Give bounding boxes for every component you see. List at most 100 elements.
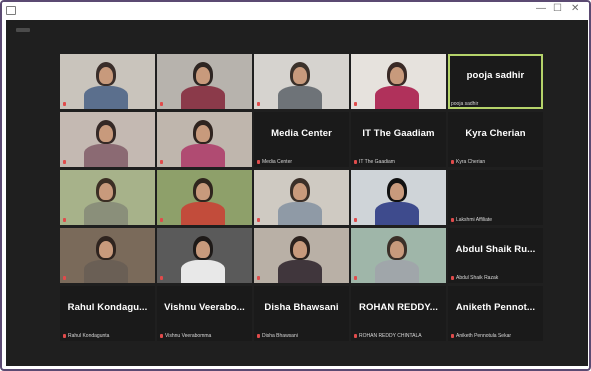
muted-mic-icon [451, 217, 454, 222]
participant-label [257, 217, 346, 223]
participant-tile[interactable]: Aniketh Pennot... Aniketh Pennotula Sekar [448, 286, 543, 341]
participant-label-text: Lakshmi Affiliate [456, 217, 493, 223]
participant-tile[interactable] [157, 228, 252, 283]
participant-label: IT The Gaadiam [354, 159, 443, 165]
participant-label [160, 275, 249, 281]
participant-label-text: ROHAN REDDY CHINTALA [359, 333, 422, 339]
muted-mic-icon [160, 159, 163, 164]
app-icon [6, 6, 16, 15]
muted-mic-icon [354, 333, 357, 338]
participant-tile[interactable] [60, 112, 155, 167]
participant-label [160, 101, 249, 107]
participant-tile[interactable]: Abdul Shaik Ru... Abdul Shaik Razak [448, 228, 543, 283]
participant-name: Disha Bhawsani [264, 302, 339, 313]
participant-label: ROHAN REDDY CHINTALA [354, 333, 443, 339]
muted-mic-icon [63, 101, 66, 106]
participant-tile[interactable] [351, 228, 446, 283]
participant-tile[interactable]: IT The Gaadiam IT The Gaadiam [351, 112, 446, 167]
participant-tile[interactable]: Lakshmi Affiliate [448, 170, 543, 225]
participant-video-face [196, 241, 210, 258]
muted-mic-icon [257, 333, 260, 338]
participant-label [63, 275, 152, 281]
participant-label-text: Rahul Kondagunta [68, 333, 110, 339]
participant-label-text: pooja sadhir [451, 101, 479, 107]
participant-tile[interactable]: Media Center Media Center [254, 112, 349, 167]
participant-name: pooja sadhir [466, 70, 525, 81]
participant-video-face [196, 125, 210, 142]
participant-video-face [293, 67, 307, 84]
participant-tile[interactable]: ROHAN REDDY... ROHAN REDDY CHINTALA [351, 286, 446, 341]
participant-tile[interactable] [157, 54, 252, 109]
participant-tile[interactable] [351, 54, 446, 109]
participant-video-face [293, 183, 307, 200]
muted-mic-icon [63, 275, 66, 280]
gallery-view: pooja sadhir pooja sadhir Media Center Medi… [6, 20, 588, 368]
zoom-window: — ☐ ✕ pooja sadhir pooja sadhir Media Cent… [0, 0, 591, 371]
participant-tile[interactable] [254, 170, 349, 225]
muted-mic-icon [451, 275, 454, 280]
participant-label [63, 217, 152, 223]
participant-video-face [390, 183, 404, 200]
participant-video-face [99, 67, 113, 84]
participant-tile[interactable]: pooja sadhir pooja sadhir [448, 54, 543, 109]
participant-label [354, 275, 443, 281]
participant-label-text: Abdul Shaik Razak [456, 275, 499, 281]
muted-mic-icon [63, 333, 66, 338]
participant-tile[interactable] [60, 54, 155, 109]
participant-label [257, 275, 346, 281]
participant-tile[interactable]: Vishnu Veerabo... Vishnu Veerabomma [157, 286, 252, 341]
maximize-button[interactable]: ☐ [553, 4, 562, 14]
participant-tile[interactable] [254, 228, 349, 283]
participant-label [160, 217, 249, 223]
participant-label-text: Aniketh Pennotula Sekar [456, 333, 512, 339]
muted-mic-icon [354, 101, 357, 106]
close-button[interactable]: ✕ [571, 4, 579, 14]
participant-label [354, 101, 443, 107]
participant-tile[interactable]: Disha Bhawsani Disha Bhawsani [254, 286, 349, 341]
participant-tile[interactable] [157, 170, 252, 225]
participant-video-face [99, 183, 113, 200]
muted-mic-icon [63, 159, 66, 164]
participant-label: Media Center [257, 159, 346, 165]
title-bar: — ☐ ✕ [2, 2, 589, 18]
participant-video-face [196, 183, 210, 200]
participant-label [63, 159, 152, 165]
muted-mic-icon [160, 275, 163, 280]
minimize-button[interactable]: — [536, 4, 546, 14]
participant-tile[interactable] [60, 170, 155, 225]
muted-mic-icon [451, 333, 454, 338]
participant-name: Media Center [271, 128, 332, 139]
participant-label [354, 217, 443, 223]
participant-tile[interactable] [254, 54, 349, 109]
participant-label: Disha Bhawsani [257, 333, 346, 339]
view-toggle-icon[interactable] [16, 28, 30, 32]
participant-name: Vishnu Veerabo... [164, 302, 245, 313]
muted-mic-icon [354, 275, 357, 280]
muted-mic-icon [63, 217, 66, 222]
participant-label [160, 159, 249, 165]
muted-mic-icon [257, 275, 260, 280]
participant-name: ROHAN REDDY... [359, 302, 438, 313]
muted-mic-icon [354, 217, 357, 222]
participant-label-text: Vishnu Veerabomma [165, 333, 212, 339]
participant-tile[interactable] [157, 112, 252, 167]
participant-tile[interactable] [60, 228, 155, 283]
participant-video-face [99, 125, 113, 142]
participant-label-text: IT The Gaadiam [359, 159, 395, 165]
participant-name: IT The Gaadiam [362, 128, 435, 139]
participant-video-face [293, 241, 307, 258]
participant-tile[interactable]: Kyra Cherian Kyra Cherian [448, 112, 543, 167]
participant-name: Rahul Kondagu... [67, 302, 148, 313]
participant-video-face [390, 241, 404, 258]
participant-name: Kyra Cherian [465, 128, 526, 139]
participant-tile[interactable] [351, 170, 446, 225]
participant-label [63, 101, 152, 107]
participant-label-text: Media Center [262, 159, 293, 165]
participant-video-face [390, 67, 404, 84]
participant-label-text: Kyra Cherian [456, 159, 486, 165]
participant-label: Abdul Shaik Razak [451, 275, 540, 281]
participant-label: Vishnu Veerabomma [160, 333, 249, 339]
participant-label: Rahul Kondagunta [63, 333, 152, 339]
participant-video-face [196, 67, 210, 84]
participant-tile[interactable]: Rahul Kondagu... Rahul Kondagunta [60, 286, 155, 341]
